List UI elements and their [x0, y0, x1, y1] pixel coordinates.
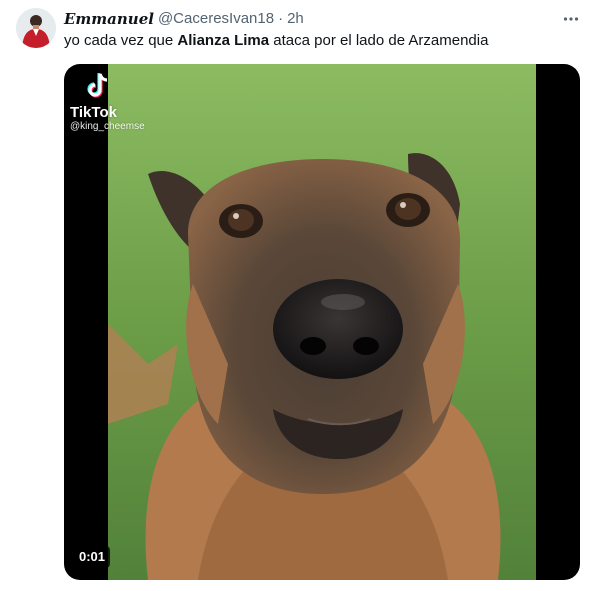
dog-video-still [108, 64, 536, 580]
video-frame[interactable] [108, 64, 536, 580]
tweet-text: yo cada vez que Alianza Lima ataca por e… [64, 31, 488, 51]
separator-dot: · [278, 10, 284, 27]
timestamp[interactable]: 2h [287, 9, 304, 29]
tweet-text-end: ataca por el lado de Arzamendia [269, 32, 489, 49]
more-button[interactable] [560, 8, 582, 30]
tiktok-logo-icon [87, 73, 108, 98]
tiktok-brand-label: TikTok [70, 104, 117, 121]
more-dots-icon [563, 17, 579, 21]
display-name[interactable]: Emmanuel [64, 9, 154, 29]
tiktok-watermark: TikTok @king_cheemse [70, 70, 145, 133]
tweet-text-start: yo cada vez que [64, 32, 178, 49]
user-handle[interactable]: @CaceresIvan18 [158, 9, 274, 29]
video-duration-badge: 0:01 [74, 546, 111, 568]
tiktok-username: @king_cheemse [70, 121, 145, 132]
avatar[interactable] [16, 8, 56, 48]
tweet-text-bold: Alianza Lima [177, 32, 270, 49]
video-player[interactable]: TikTok @king_cheemse 0:01 [64, 64, 580, 580]
tweet-header: Emmanuel @CaceresIvan18 · 2h [64, 9, 304, 29]
